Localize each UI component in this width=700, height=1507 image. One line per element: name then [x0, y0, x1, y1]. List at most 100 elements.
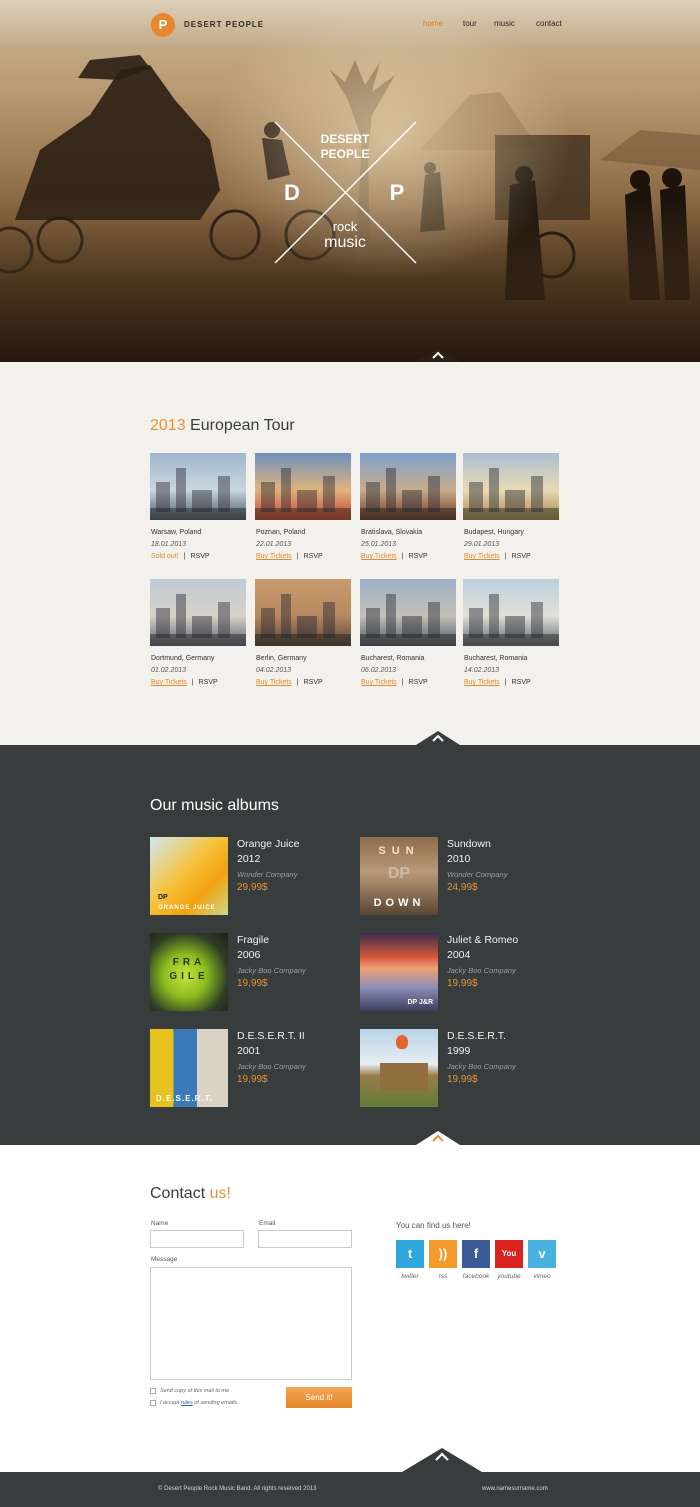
buy-tickets-link[interactable]: Buy Tickets	[151, 679, 187, 686]
send-copy-label: Send copy of this mail to me	[160, 1388, 230, 1394]
album-cover[interactable]: FRA GILE	[150, 933, 228, 1011]
accept-prefix: I accept	[160, 1400, 181, 1406]
album-cover[interactable]	[360, 1029, 438, 1107]
city-photo[interactable]	[150, 579, 246, 646]
tour-title-year: 2013	[150, 417, 186, 434]
buy-tickets-link[interactable]: Buy Tickets	[464, 679, 500, 686]
rsvp-link[interactable]: RSVP	[409, 553, 428, 560]
twitter-icon[interactable]: t	[396, 1240, 424, 1268]
tour-date: 25.01.2013	[361, 541, 397, 548]
action-separator: |	[183, 553, 186, 560]
album-year: 2012	[237, 853, 261, 865]
album-cover[interactable]: D.E.S.E.R.T.	[150, 1029, 228, 1107]
youtube-icon[interactable]: You	[495, 1240, 523, 1268]
rss-icon[interactable]: ))	[429, 1240, 457, 1268]
emblem-people: PEOPLE	[320, 147, 370, 161]
tour-city: Poznan, Poland	[256, 529, 306, 536]
tour-actions: Buy Tickets | RSVP	[256, 553, 323, 560]
city-photo[interactable]	[255, 453, 351, 520]
rsvp-link[interactable]: RSVP	[199, 679, 218, 686]
album-item[interactable]: DP J&R Juliet & Romeo 2004 Jacky Boo Compan…	[360, 933, 560, 1011]
nav-contact[interactable]: contact	[536, 19, 562, 28]
tour-date: 01.02.2013	[151, 667, 187, 674]
album-title[interactable]: Sundown	[447, 837, 491, 852]
rsvp-link[interactable]: RSVP	[512, 553, 531, 560]
send-button[interactable]: Send it!	[286, 1387, 352, 1408]
album-item[interactable]: FRA GILE Fragile 2006 Jacky Boo Company 19,99…	[150, 933, 350, 1011]
cover-mid: DP	[387, 865, 411, 882]
albums-title: Our music albums	[150, 797, 279, 814]
social-label[interactable]: vimeo	[522, 1273, 562, 1280]
tour-date: 06.02.2013	[361, 667, 397, 674]
album-price: 19,99$	[237, 1074, 268, 1085]
album-year: 2001	[237, 1045, 261, 1057]
emblem-rock: rock	[332, 219, 358, 234]
footer-site-link[interactable]: www.namesurname.com	[482, 1486, 548, 1492]
nav-home[interactable]: home	[423, 19, 443, 28]
albums-section: Our music albums DP ORANGE JUICE Orange Ju…	[0, 745, 700, 1145]
cover-text: SUN	[378, 845, 420, 857]
city-photo[interactable]	[463, 579, 559, 646]
action-separator: |	[504, 679, 507, 686]
buy-tickets-link[interactable]: Buy Tickets	[256, 679, 292, 686]
action-separator: |	[401, 553, 404, 560]
emblem-letter-d: D	[284, 180, 300, 205]
rsvp-link[interactable]: RSVP	[304, 553, 323, 560]
tour-card: Warsaw, Poland 18.01.2013 Sold out! | RSVP	[150, 453, 246, 560]
album-title[interactable]: Orange Juice	[237, 837, 299, 852]
album-cover[interactable]: SUN DP DOWN	[360, 837, 438, 915]
album-price: 24,99$	[447, 882, 478, 893]
send-copy-checkbox[interactable]	[150, 1388, 156, 1394]
facebook-icon[interactable]: f	[462, 1240, 490, 1268]
email-field[interactable]	[258, 1230, 352, 1248]
action-separator: |	[296, 553, 299, 560]
rsvp-link[interactable]: RSVP	[304, 679, 323, 686]
city-photo[interactable]	[360, 453, 456, 520]
contact-divider	[402, 1448, 482, 1472]
city-photo[interactable]	[463, 453, 559, 520]
album-title[interactable]: Fragile	[237, 933, 269, 948]
album-title[interactable]: D.E.S.E.R.T. II	[237, 1029, 305, 1044]
logo-icon[interactable]: P	[151, 13, 175, 37]
rsvp-link[interactable]: RSVP	[409, 679, 428, 686]
album-company: Jacky Boo Company	[447, 1062, 516, 1071]
buy-tickets-link[interactable]: Buy Tickets	[361, 679, 397, 686]
rsvp-link[interactable]: RSVP	[190, 553, 209, 560]
buy-tickets-link[interactable]: Buy Tickets	[256, 553, 292, 560]
buy-tickets-link[interactable]: Buy Tickets	[361, 553, 397, 560]
city-photo[interactable]	[255, 579, 351, 646]
tour-city: Berlin, Germany	[256, 655, 307, 662]
album-title[interactable]: Juliet & Romeo	[447, 933, 518, 948]
rsvp-link[interactable]: RSVP	[512, 679, 531, 686]
cover-text: DP	[158, 894, 168, 901]
album-item[interactable]: D.E.S.E.R.T. D.E.S.E.R.T. II 2001 Jacky Boo…	[150, 1029, 350, 1107]
name-field[interactable]	[150, 1230, 244, 1248]
city-photo[interactable]	[360, 579, 456, 646]
sold-out-label: Sold out!	[151, 553, 179, 560]
cover-subtext: ORANGE JUICE	[158, 905, 216, 911]
rules-link[interactable]: rules	[181, 1400, 193, 1406]
contact-title-accent: us!	[209, 1185, 231, 1202]
brand-name[interactable]: DESERT PEOPLE	[184, 20, 264, 29]
vimeo-icon[interactable]: v	[528, 1240, 556, 1268]
album-title[interactable]: D.E.S.E.R.T.	[447, 1029, 506, 1044]
email-label: Email	[259, 1220, 276, 1227]
album-cover[interactable]: DP ORANGE JUICE	[150, 837, 228, 915]
accept-rules-checkbox[interactable]	[150, 1400, 156, 1406]
album-item[interactable]: D.E.S.E.R.T. 1999 Jacky Boo Company 19,99$	[360, 1029, 560, 1107]
album-company: Jacky Boo Company	[237, 966, 306, 975]
nav-tour[interactable]: tour	[463, 19, 477, 28]
city-photo[interactable]	[150, 453, 246, 520]
tour-actions: Buy Tickets | RSVP	[361, 553, 428, 560]
action-separator: |	[401, 679, 404, 686]
album-item[interactable]: SUN DP DOWN Sundown 2010 Wonder Company 24,99$	[360, 837, 560, 915]
nav-music[interactable]: music	[494, 19, 515, 28]
message-field[interactable]	[150, 1267, 352, 1380]
tour-card: Budapest, Hungary 29.01.2013 Buy Tickets | R…	[463, 453, 559, 560]
album-item[interactable]: DP ORANGE JUICE Orange Juice 2012 Wonder Com…	[150, 837, 350, 915]
album-cover[interactable]: DP J&R	[360, 933, 438, 1011]
message-label: Message	[151, 1256, 178, 1263]
tour-title-text: European Tour	[185, 417, 295, 434]
buy-tickets-link[interactable]: Buy Tickets	[464, 553, 500, 560]
contact-section: Contact us! Name Email Message Send copy…	[0, 1145, 700, 1472]
